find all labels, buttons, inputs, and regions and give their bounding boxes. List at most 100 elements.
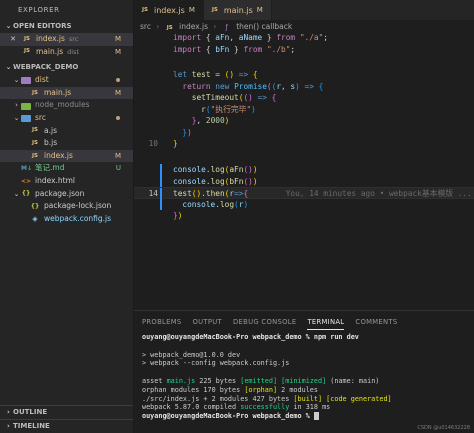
code-line: r("执行完毕") — [201, 104, 256, 114]
modified-badge: M — [256, 6, 263, 14]
tree-file-package-lock-json[interactable]: {} package-lock.json — [0, 200, 133, 213]
folder-icon — [21, 114, 31, 123]
folder-icon — [21, 102, 31, 110]
modified-badge: M — [188, 6, 195, 14]
code-line: setTimeout(() => { — [191, 93, 277, 102]
open-editors-header[interactable]: ⌄ OPEN EDITORS — [0, 20, 133, 33]
terminal-output[interactable]: ouyang@ouyangdeMacBook-Pro webpack_demo … — [134, 333, 474, 421]
terminal-line: orphan modules 170 bytes [orphan] 2 modu… — [142, 386, 474, 395]
code-line: console.log(r) — [134, 198, 474, 210]
chevron-down-icon: ⌄ — [13, 113, 20, 122]
modified-badge: M — [114, 88, 121, 97]
terminal-prompt-line: ouyang@ouyangdeMacBook-Pro webpack_demo … — [142, 412, 474, 421]
outline-header[interactable]: › OUTLINE — [0, 405, 133, 419]
tab-output[interactable]: OUTPUT — [193, 315, 223, 329]
code-line: console.log(aFn()) — [134, 164, 474, 176]
git-change-marker — [160, 175, 162, 187]
tree-label: webpack.config.js — [44, 213, 112, 223]
tree-file-webpack-config-js[interactable]: ◈ webpack.config.js — [0, 213, 133, 226]
tree-file-notes-md[interactable]: M↓ 笔记.md U — [0, 162, 133, 175]
breadcrumb-item[interactable]: index.js — [179, 22, 208, 31]
editor-tabs: JS index.js M JS main.js M — [134, 0, 474, 20]
terminal-line: asset main.js 225 bytes [emitted] [minim… — [142, 377, 474, 386]
code-line: console.log(bFn()) — [134, 175, 474, 187]
git-blame-annotation: You, 14 minutes ago • webpack基本模版 ... — [285, 189, 472, 198]
tree-folder-package-json[interactable]: ⌄ {} package.json — [0, 188, 133, 201]
terminal-text: (name: main) — [326, 376, 380, 385]
tab-problems[interactable]: PROBLEMS — [142, 315, 182, 329]
code-line: import { bFn } from "./b"; — [173, 44, 296, 54]
chevron-right-icon: › — [7, 408, 10, 416]
tree-file-b-js[interactable]: JS b.js — [0, 137, 133, 150]
function-icon: ƒ — [225, 23, 228, 31]
terminal-text: webpack 5.87.0 compiled — [142, 403, 241, 412]
status-dot — [116, 78, 120, 83]
chevron-right-icon: › — [156, 22, 160, 31]
tree-label: node_modules — [35, 100, 90, 110]
terminal-line: webpack 5.87.0 compiled successfully in … — [142, 403, 474, 412]
tree-label: dist — [35, 75, 49, 85]
tree-file-a-js[interactable]: JS a.js — [0, 125, 133, 138]
js-file-icon: JS — [23, 35, 30, 42]
js-file-icon: JS — [31, 127, 38, 134]
tab-index-js[interactable]: JS index.js M — [134, 0, 204, 20]
tree-label: index.js — [44, 150, 73, 160]
terminal-text: ./src/index.js + 2 modules 427 bytes — [142, 394, 294, 403]
tree-folder-src[interactable]: ⌄ src — [0, 112, 133, 125]
explorer-sidebar: EXPLORER ⌄ OPEN EDITORS ✕ JS index.js sr… — [0, 0, 134, 433]
terminal-text: orphan modules 170 bytes — [142, 385, 245, 394]
code-editor[interactable]: import { aFn, aName } from "./a"; import… — [134, 32, 474, 232]
line-number: 10 — [148, 139, 158, 148]
tree-label: src — [35, 112, 46, 122]
project-header[interactable]: ⌄ WEBPACK_DEMO — [0, 61, 133, 74]
chevron-down-icon: ⌄ — [5, 22, 12, 30]
tree-folder-node-modules[interactable]: › node_modules — [0, 99, 133, 112]
terminal-text: [code generated] — [326, 394, 392, 403]
terminal-text: [orphan] — [244, 385, 278, 394]
open-editor-desc: src — [68, 35, 79, 43]
panel-tabs: PROBLEMS OUTPUT DEBUG CONSOLE TERMINAL C… — [134, 311, 474, 333]
tree-folder-dist[interactable]: ⌄ dist — [0, 74, 133, 87]
webpack-file-icon: ◈ — [32, 214, 38, 223]
git-change-marker — [160, 198, 162, 210]
open-editors-label: OPEN EDITORS — [13, 22, 72, 30]
breadcrumb-item[interactable]: then() callback — [236, 22, 292, 31]
open-editor-label: index.js — [36, 34, 65, 43]
markdown-file-icon: M↓ — [21, 165, 32, 173]
terminal-text: [emitted] — [240, 376, 278, 385]
open-editor-label: main.js — [36, 46, 64, 56]
open-editor-main-js[interactable]: JS main.js dist M — [0, 46, 133, 59]
js-file-icon: JS — [211, 6, 218, 13]
tab-terminal[interactable]: TERMINAL — [307, 315, 345, 330]
code-line: import { aFn, aName } from "./a"; — [173, 33, 328, 42]
breadcrumb-item[interactable]: src — [140, 22, 151, 31]
tree-label: package-lock.json — [44, 201, 112, 211]
tree-file-main-js[interactable]: JS main.js M — [0, 86, 133, 100]
terminal-text: main.js — [166, 376, 196, 385]
chevron-down-icon: ⌄ — [5, 63, 12, 72]
tree-file-index-js[interactable]: JS index.js M — [0, 149, 133, 163]
terminal-text: 2 modules — [277, 385, 318, 394]
terminal-cursor — [313, 412, 319, 421]
tree-label: package.json — [35, 188, 85, 198]
explorer-title: EXPLORER — [18, 6, 60, 14]
timeline-header[interactable]: › TIMELINE — [0, 419, 133, 433]
js-file-icon: JS — [31, 152, 38, 159]
tree-file-index-html[interactable]: <> index.html — [0, 175, 133, 188]
json-file-icon: {} — [30, 202, 40, 210]
tab-main-js[interactable]: JS main.js M — [203, 0, 272, 20]
terminal-line: > webpack --config webpack.config.js — [142, 359, 290, 368]
tree-label: 笔记.md — [35, 163, 65, 173]
status-dot — [116, 116, 120, 121]
tree-label: a.js — [44, 125, 57, 135]
modified-badge: M — [114, 151, 121, 160]
chevron-down-icon: ⌄ — [13, 189, 20, 198]
tab-debug-console[interactable]: DEBUG CONSOLE — [233, 315, 296, 329]
tab-comments[interactable]: COMMENTS — [355, 315, 397, 329]
sidebar-bottom-sections: › OUTLINE › TIMELINE — [0, 405, 133, 433]
terminal-text: asset — [142, 376, 167, 385]
open-editor-index-js[interactable]: ✕ JS index.js src M — [0, 33, 133, 46]
close-icon[interactable]: ✕ — [8, 35, 18, 44]
terminal-blank — [142, 342, 474, 351]
outline-label: OUTLINE — [13, 408, 48, 416]
